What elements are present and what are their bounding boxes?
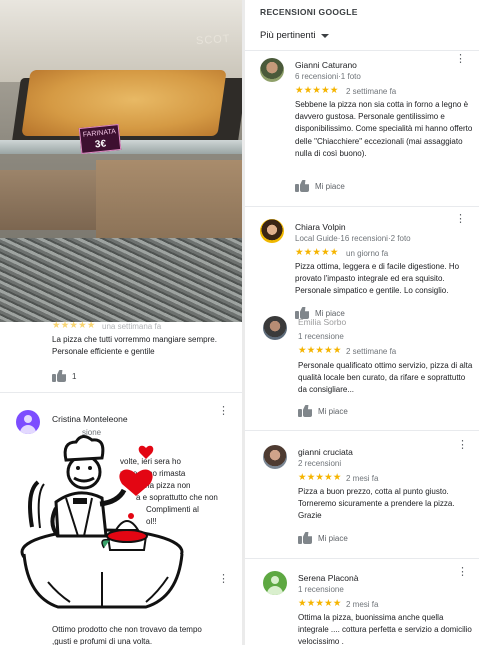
rating-stars: ★★★★★ — [298, 472, 342, 483]
review-card: Chiara Volpin Local Guide·16 recensioni·… — [245, 207, 479, 320]
review-date: 2 settimane fa — [346, 87, 397, 96]
heart-icon — [138, 445, 154, 459]
rating-stars: ★★★★★ — [298, 598, 342, 609]
like-count: 1 — [72, 371, 77, 381]
more-vert-icon[interactable]: ⋮ — [455, 54, 466, 65]
sort-label: Più pertinenti — [260, 30, 316, 41]
reviewer-meta: 1 recensione — [298, 585, 344, 594]
more-vert-icon[interactable]: ⋮ — [218, 406, 229, 417]
local-guide-label: Local Guide — [295, 234, 338, 243]
review-text: ,gusti e profumi di una volta. — [52, 637, 153, 645]
more-vert-icon[interactable]: ⋮ — [457, 440, 468, 451]
pizza-photo[interactable]: SCOT FARINATA 3€ — [0, 0, 242, 322]
reviewer-meta: 6 recensioni·1 foto — [295, 72, 361, 81]
divider — [0, 392, 242, 393]
avatar[interactable] — [263, 571, 287, 595]
section-title: RECENSIONI GOOGLE — [260, 7, 358, 17]
reviewer-meta-counts: ·16 recensioni·2 foto — [337, 234, 411, 243]
chef-illustration — [20, 435, 184, 609]
photo-counter — [0, 238, 242, 322]
rating-stars: ★★★★★ — [295, 85, 339, 96]
like-label: Mi piace — [318, 406, 348, 416]
like-button[interactable]: 1 — [52, 370, 76, 382]
reviewer-name[interactable]: Cristina Monteleone — [52, 414, 128, 424]
photo-sign: SCOT — [195, 32, 231, 48]
review-text: Pizza ottima, leggera e di facile digest… — [295, 262, 460, 296]
avatar[interactable] — [263, 445, 287, 469]
photo-box-right — [96, 160, 242, 238]
more-vert-icon[interactable]: ⋮ — [218, 574, 229, 585]
rating-stars: ★★★★★ — [52, 320, 96, 331]
avatar[interactable] — [260, 58, 284, 82]
left-panel: SCOT FARINATA 3€ ★★★★★ una settimana fa … — [0, 0, 242, 645]
reviewer-name[interactable]: Serena Placonà — [298, 573, 359, 583]
review-card: Serena Placonà 1 recensione ⋮ ★★★★★ 2 me… — [245, 559, 479, 645]
review-date: 2 mesi fa — [346, 474, 379, 483]
like-button[interactable]: Mi piace — [298, 532, 348, 544]
like-label: Mi piace — [318, 533, 348, 543]
rating-stars: ★★★★★ — [295, 247, 339, 258]
reviewer-meta: Local Guide·16 recensioni·2 foto — [295, 234, 411, 243]
avatar[interactable] — [263, 316, 287, 340]
more-vert-icon[interactable]: ⋮ — [455, 214, 466, 225]
left-review-top: ★★★★★ una settimana fa La pizza che tutt… — [0, 320, 242, 392]
photo-farinata — [21, 70, 227, 136]
photo-box-left — [0, 170, 110, 230]
price-tag: FARINATA 3€ — [78, 123, 122, 155]
review-text: Ottima la pizza, buonissima anche quella… — [298, 613, 472, 645]
review-date: un giorno fa — [346, 249, 389, 258]
review-date: 2 settimane fa — [346, 347, 397, 356]
reviewer-name[interactable]: Chiara Volpin — [295, 222, 346, 232]
reviewer-name[interactable]: Gianni Caturano — [295, 60, 357, 70]
reviewer-name[interactable]: gianni cruciata — [298, 447, 353, 457]
review-card: Gianni Caturano 6 recensioni·1 foto ⋮ ★★… — [245, 51, 479, 206]
thumb-up-icon — [295, 180, 309, 192]
review-card: Emilia Sorbo 1 recensione ★★★★★ 2 settim… — [245, 316, 479, 430]
review-text: Pizza a buon prezzo, cotta al punto gius… — [298, 487, 455, 521]
like-label: Mi piace — [315, 181, 345, 191]
review-date: 2 mesi fa — [346, 600, 379, 609]
review-text: Sebbene la pizza non sia cotta in forno … — [295, 100, 473, 158]
like-button[interactable]: Mi piace — [298, 405, 348, 417]
reviewer-meta: 1 recensione — [298, 332, 344, 341]
avatar[interactable] — [16, 410, 40, 434]
review-card: gianni cruciata 2 recensioni ⋮ ★★★★★ 2 m… — [245, 431, 479, 558]
avatar[interactable] — [260, 219, 284, 243]
thumb-up-icon — [298, 405, 312, 417]
dropdown-caret-icon — [321, 33, 330, 38]
right-panel: RECENSIONI GOOGLE Più pertinenti Gianni … — [245, 0, 479, 645]
reviewer-name[interactable]: Emilia Sorbo — [298, 317, 346, 327]
thumb-up-icon — [52, 370, 66, 382]
more-vert-icon[interactable]: ⋮ — [457, 567, 468, 578]
review-text: Personale qualificato ottimo servizio, p… — [298, 361, 473, 395]
like-button[interactable]: Mi piace — [295, 180, 345, 192]
review-text: La pizza che tutti vorremmo mangiare sem… — [52, 335, 217, 357]
thumb-up-icon — [298, 532, 312, 544]
reviewer-meta: 2 recensioni — [298, 459, 342, 468]
review-date: una settimana fa — [102, 322, 162, 331]
rating-stars: ★★★★★ — [298, 345, 342, 356]
sort-dropdown[interactable]: Più pertinenti — [260, 30, 330, 41]
